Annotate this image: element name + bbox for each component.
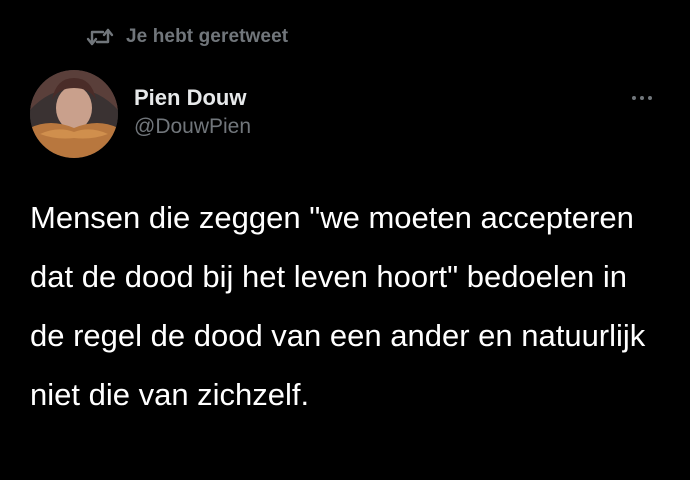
more-options-button[interactable] [624,86,660,110]
author-name[interactable]: Pien Douw [134,85,246,111]
retweet-label: Je hebt geretweet [126,26,289,47]
tweet-text: Mensen die zeggen "we moeten accepteren … [30,200,654,412]
retweet-icon [86,26,114,48]
author-handle[interactable]: @DouwPien [134,115,251,139]
avatar[interactable] [30,70,118,158]
more-dots-icon [632,96,636,100]
retweet-indicator[interactable]: Je hebt geretweet [86,22,288,52]
